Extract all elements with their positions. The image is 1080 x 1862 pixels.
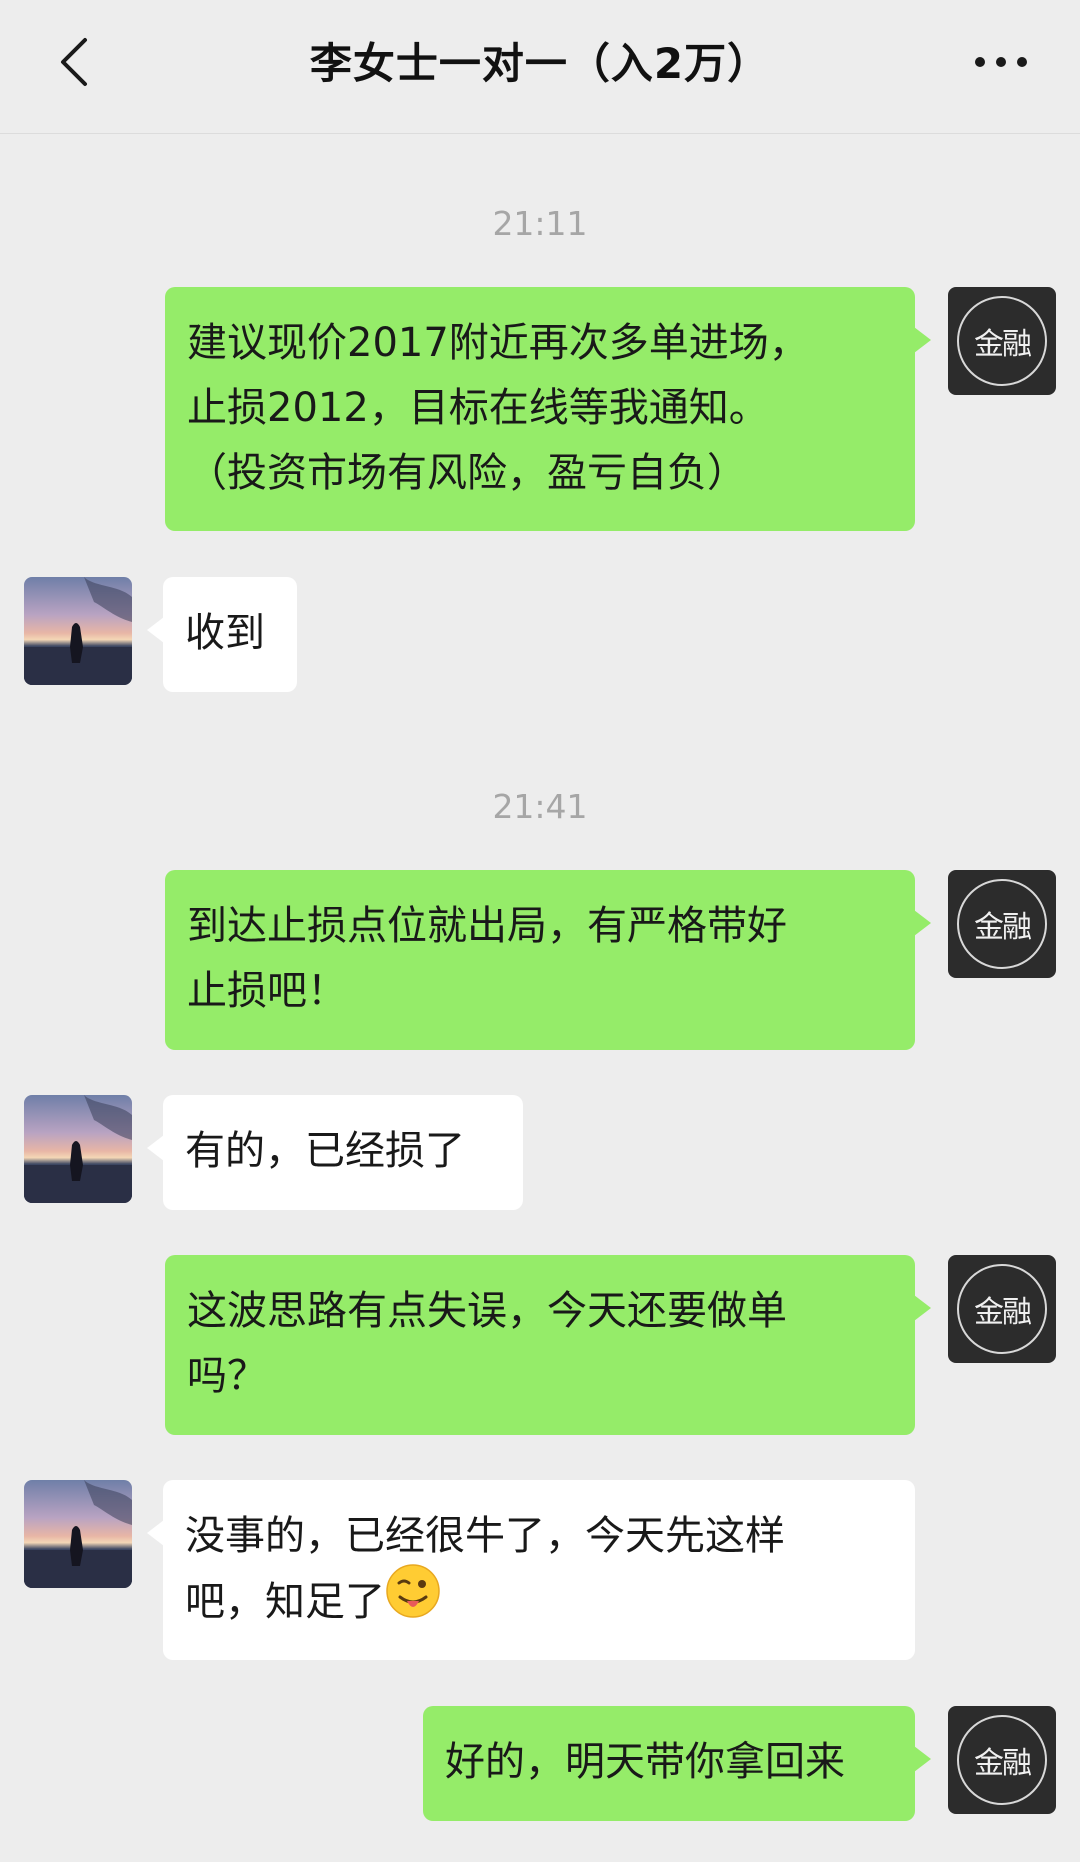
message-bubble-outgoing[interactable]: 这波思路有点失误，今天还要做单 吗？: [165, 1255, 931, 1435]
avatar-logo-text: 金融: [974, 1746, 1032, 1781]
message-text: 到达止损点位就出局，有严格带好: [187, 903, 787, 949]
message-text: 建议现价2017附近再次多单进场，: [187, 320, 809, 366]
timestamp: 21:41: [492, 787, 588, 826]
contact-avatar[interactable]: [24, 1095, 132, 1203]
message-text: 好的，明天带你拿回来: [445, 1739, 845, 1785]
back-button[interactable]: [44, 30, 104, 94]
winking-tongue-emoji-icon: [385, 1563, 441, 1639]
timestamp: 21:11: [492, 204, 588, 243]
jinrong-logo-icon: 金融: [957, 296, 1047, 386]
message-bubble-incoming[interactable]: 收到: [147, 577, 297, 692]
self-avatar[interactable]: 金融: [948, 287, 1056, 395]
message-bubble-outgoing[interactable]: 到达止损点位就出局，有严格带好 止损吧！: [165, 870, 931, 1050]
sunset-silhouette-icon: [24, 1480, 132, 1588]
message-text: 收到: [185, 610, 265, 656]
chat-title: 李女士一对一（入2万）: [309, 39, 771, 88]
self-avatar[interactable]: 金融: [948, 1255, 1056, 1363]
message-bubble-outgoing[interactable]: 好的，明天带你拿回来: [423, 1706, 931, 1821]
message-bubble-outgoing[interactable]: 建议现价2017附近再次多单进场， 止损2012，目标在线等我通知。 （投资市场…: [165, 287, 931, 531]
message-text: 吗？: [187, 1353, 267, 1399]
message-text: 有的，已经损了: [185, 1128, 465, 1174]
message-text: （投资市场有风险，盈亏自负）: [187, 450, 747, 496]
self-avatar[interactable]: 金融: [948, 870, 1056, 978]
chat-header: 李女士一对一（入2万）: [0, 0, 1080, 134]
sunset-silhouette-icon: [24, 1095, 132, 1203]
sunset-silhouette-icon: [24, 577, 132, 685]
message-bubble-incoming[interactable]: 没事的，已经很牛了，今天先这样 吧，知足了: [147, 1480, 915, 1660]
message-text: 吧，知足了: [185, 1579, 385, 1625]
message-text: 止损吧！: [187, 968, 347, 1014]
more-dots-icon: [975, 57, 1027, 67]
jinrong-logo-icon: 金融: [957, 879, 1047, 969]
message-text: 没事的，已经很牛了，今天先这样: [185, 1513, 785, 1559]
message-text: 止损2012，目标在线等我通知。: [187, 385, 769, 431]
more-button[interactable]: [966, 30, 1036, 94]
self-avatar[interactable]: 金融: [948, 1706, 1056, 1814]
message-bubble-incoming[interactable]: 有的，已经损了: [147, 1095, 523, 1210]
message-text: 这波思路有点失误，今天还要做单: [187, 1288, 787, 1334]
chevron-left-icon: [61, 38, 87, 86]
jinrong-logo-icon: 金融: [957, 1264, 1047, 1354]
avatar-logo-text: 金融: [974, 910, 1032, 945]
contact-avatar[interactable]: [24, 577, 132, 685]
jinrong-logo-icon: 金融: [957, 1715, 1047, 1805]
avatar-logo-text: 金融: [974, 1295, 1032, 1330]
avatar-logo-text: 金融: [974, 327, 1032, 362]
contact-avatar[interactable]: [24, 1480, 132, 1588]
